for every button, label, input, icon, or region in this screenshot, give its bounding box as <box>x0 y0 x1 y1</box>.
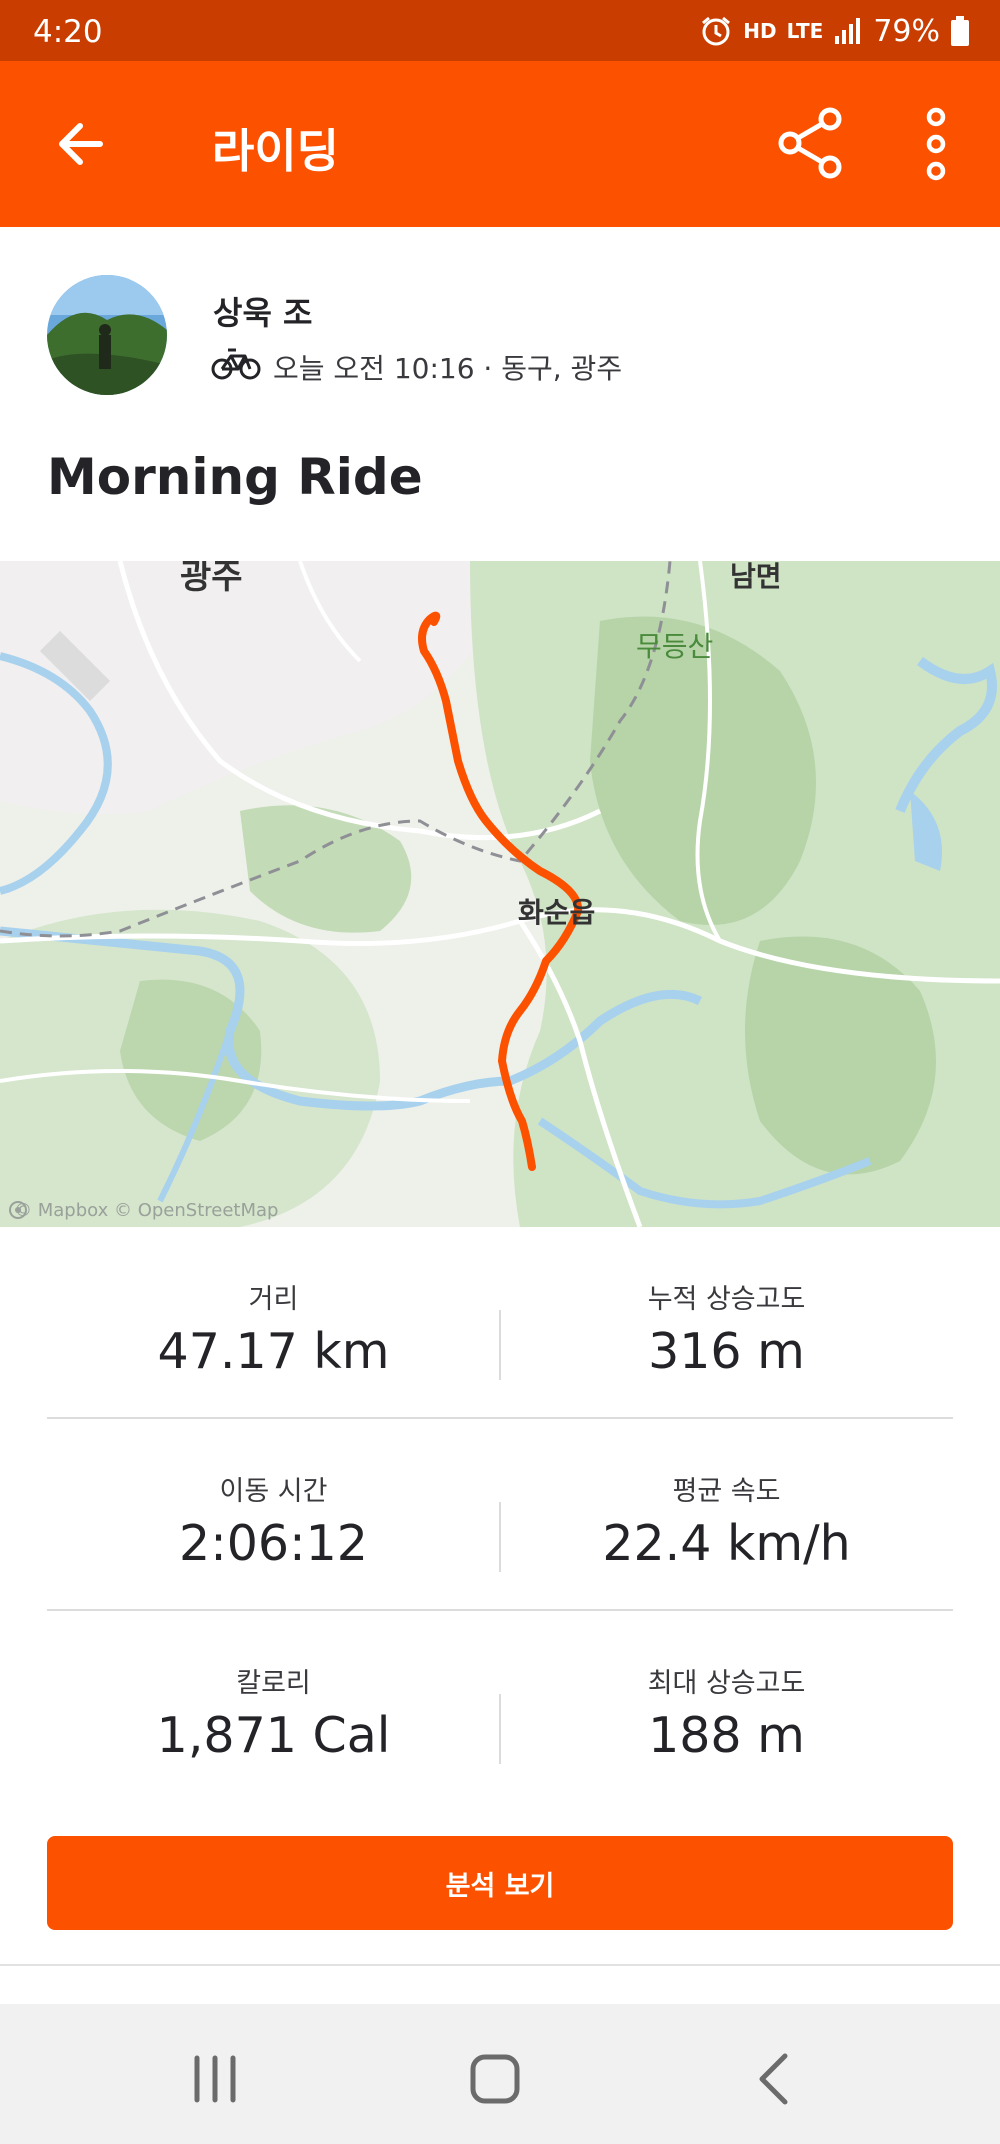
system-back-button[interactable] <box>740 2044 810 2114</box>
map-label-top-right: 남면 <box>730 561 782 593</box>
recents-button[interactable] <box>180 2044 250 2114</box>
athlete-name[interactable]: 상욱 조 <box>213 288 312 334</box>
signal-icon <box>833 16 863 46</box>
share-icon <box>778 107 842 179</box>
stat-moving-time: 이동 시간 2:06:12 <box>47 1419 500 1611</box>
battery-percent: 79% <box>873 13 940 49</box>
home-icon <box>470 2054 520 2104</box>
system-nav-bar <box>0 2004 1000 2144</box>
activity-title: Morning Ride <box>47 448 423 506</box>
map-label-mountain: 무등산 <box>636 630 714 663</box>
map-label-city: 광주 <box>180 561 243 597</box>
status-time: 4:20 <box>33 14 103 50</box>
home-button[interactable] <box>460 2044 530 2114</box>
stat-label: 거리 <box>248 1284 299 1315</box>
stat-elevation-gain: 누적 상승고도 316 m <box>500 1227 953 1419</box>
stat-max-elevation: 최대 상승고도 188 m <box>500 1611 953 1803</box>
map-label-town: 화순읍 <box>518 896 596 929</box>
stat-value: 47.17 km <box>157 1323 390 1380</box>
activity-meta: 오늘 오전 10:16 · 동구, 광주 <box>211 345 622 388</box>
share-button[interactable] <box>772 105 850 183</box>
map-credit-text: © Mapbox © OpenStreetMap <box>14 1200 279 1221</box>
map-attribution[interactable]: © Mapbox © OpenStreetMap <box>8 1200 278 1221</box>
battery-icon <box>950 15 970 47</box>
status-bar: 4:20 HD LTE 79% <box>0 0 1000 61</box>
stat-label: 최대 상승고도 <box>647 1668 806 1699</box>
back-button[interactable] <box>48 111 114 177</box>
hd-voice-indicator: HD <box>743 19 777 43</box>
route-map[interactable]: 광주 남면 무등산 화순읍 © Mapbox © OpenStreetMap <box>0 561 1000 1227</box>
avatar[interactable] <box>47 275 167 395</box>
recents-icon <box>194 2055 236 2103</box>
stat-row: 거리 47.17 km 누적 상승고도 316 m <box>47 1227 953 1419</box>
divider <box>0 1964 1000 1966</box>
stat-avg-speed: 평균 속도 22.4 km/h <box>500 1419 953 1611</box>
lte-indicator: LTE <box>786 19 824 43</box>
stat-calories: 칼로리 1,871 Cal <box>47 1611 500 1803</box>
map-canvas <box>0 561 1000 1227</box>
page-title: 라이딩 <box>212 124 339 178</box>
stat-value: 22.4 km/h <box>602 1515 851 1572</box>
activity-meta-text: 오늘 오전 10:16 · 동구, 광주 <box>273 351 623 385</box>
activity-stats: 거리 47.17 km 누적 상승고도 316 m 이동 시간 2:06:12 … <box>47 1227 953 1803</box>
more-vertical-icon <box>926 107 946 181</box>
view-analysis-button[interactable]: 분석 보기 <box>47 1836 953 1930</box>
stat-row: 이동 시간 2:06:12 평균 속도 22.4 km/h <box>47 1419 953 1611</box>
stat-label: 누적 상승고도 <box>647 1284 806 1315</box>
arrow-left-icon <box>59 123 103 165</box>
status-indicators: HD LTE 79% <box>699 12 970 50</box>
alarm-icon <box>699 14 733 48</box>
stat-distance: 거리 47.17 km <box>47 1227 500 1419</box>
stat-label: 이동 시간 <box>219 1476 328 1507</box>
stat-label: 평균 속도 <box>672 1476 781 1507</box>
stat-value: 1,871 Cal <box>156 1707 391 1764</box>
stat-value: 188 m <box>648 1707 805 1764</box>
stat-row: 칼로리 1,871 Cal 최대 상승고도 188 m <box>47 1611 953 1803</box>
stat-label: 칼로리 <box>236 1668 311 1699</box>
more-options-button[interactable] <box>906 105 966 183</box>
stat-value: 2:06:12 <box>179 1515 368 1572</box>
bicycle-icon <box>211 345 261 388</box>
stat-value: 316 m <box>648 1323 805 1380</box>
nav-back-icon <box>759 2053 788 2105</box>
app-bar: 라이딩 <box>0 61 1000 227</box>
